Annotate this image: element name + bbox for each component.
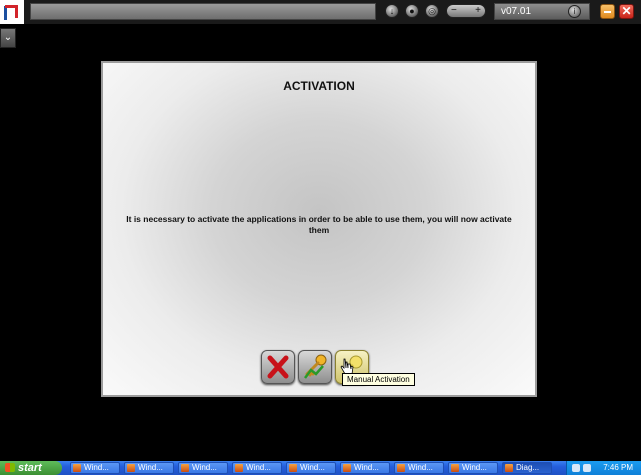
taskbar-item-label: Wind... [246,463,271,472]
activate-button[interactable] [298,350,332,384]
start-button[interactable]: start [0,461,62,475]
taskbar-item-label: Wind... [300,463,325,472]
title-field [30,3,376,20]
zoom-control[interactable]: − + [446,4,486,18]
key-icon [304,354,327,379]
taskbar-item[interactable]: Wind... [448,462,498,474]
taskbar-item[interactable]: Wind... [232,462,282,474]
zoom-in-icon[interactable]: + [475,5,481,17]
network-icon[interactable] [572,464,580,472]
cancel-x-icon [267,355,289,379]
taskbar-item-active[interactable]: Diag... [502,462,552,474]
manual-activation-tooltip: Manual Activation [342,373,415,386]
taskbar-item[interactable]: Wind... [286,462,336,474]
window-icon [343,464,351,472]
taskbar-item-label: Wind... [408,463,433,472]
window-icon [289,464,297,472]
window-icon [127,464,135,472]
app-window-icon [505,464,513,472]
window-icon [235,464,243,472]
person-icon[interactable]: ● [405,4,419,18]
clock[interactable]: 7:46 PM [603,461,633,475]
taskbar-item[interactable]: Wind... [70,462,120,474]
taskbar-item[interactable]: Wind... [124,462,174,474]
close-button[interactable]: ✕ [619,4,634,19]
taskbar-item[interactable]: Wind... [394,462,444,474]
taskbar-item-label: Wind... [192,463,217,472]
start-label: start [18,462,42,474]
version-field: v07.01 i [494,3,590,20]
chevron-down-icon[interactable]: ⌄ [0,28,16,48]
download-icon[interactable]: ↓ [385,4,399,18]
taskbar-item[interactable]: Wind... [178,462,228,474]
window-icon [397,464,405,472]
top-toolbar: ↓ ● ◎ − + v07.01 i ✕ [0,0,641,24]
activation-dialog: ACTIVATION It is necessary to activate t… [101,61,537,397]
minimize-button[interactable] [600,4,615,19]
taskbar: start Wind... Wind... Wind... Wind... Wi… [0,461,641,475]
zoom-out-icon[interactable]: − [451,5,457,17]
minimize-icon [604,11,611,13]
taskbar-item-label: Wind... [354,463,379,472]
windows-flag-icon [5,463,15,472]
app-logo [0,0,24,24]
window-icon [181,464,189,472]
version-label: v07.01 [501,6,532,17]
taskbar-item-label: Wind... [138,463,163,472]
window-icon [451,464,459,472]
settings-icon[interactable]: ◎ [425,4,439,18]
taskbar-item-label: Diag... [516,463,540,472]
info-icon[interactable]: i [568,5,581,18]
dialog-message: It is necessary to activate the applicat… [126,214,512,235]
taskbar-item-label: Wind... [462,463,487,472]
dialog-title: ACTIVATION [283,79,355,93]
cancel-button[interactable] [261,350,295,384]
window-icon [73,464,81,472]
volume-icon[interactable] [583,464,591,472]
system-tray: 7:46 PM [566,461,641,475]
logo-red-stroke [5,5,18,18]
taskbar-item-label: Wind... [84,463,109,472]
taskbar-item[interactable]: Wind... [340,462,390,474]
